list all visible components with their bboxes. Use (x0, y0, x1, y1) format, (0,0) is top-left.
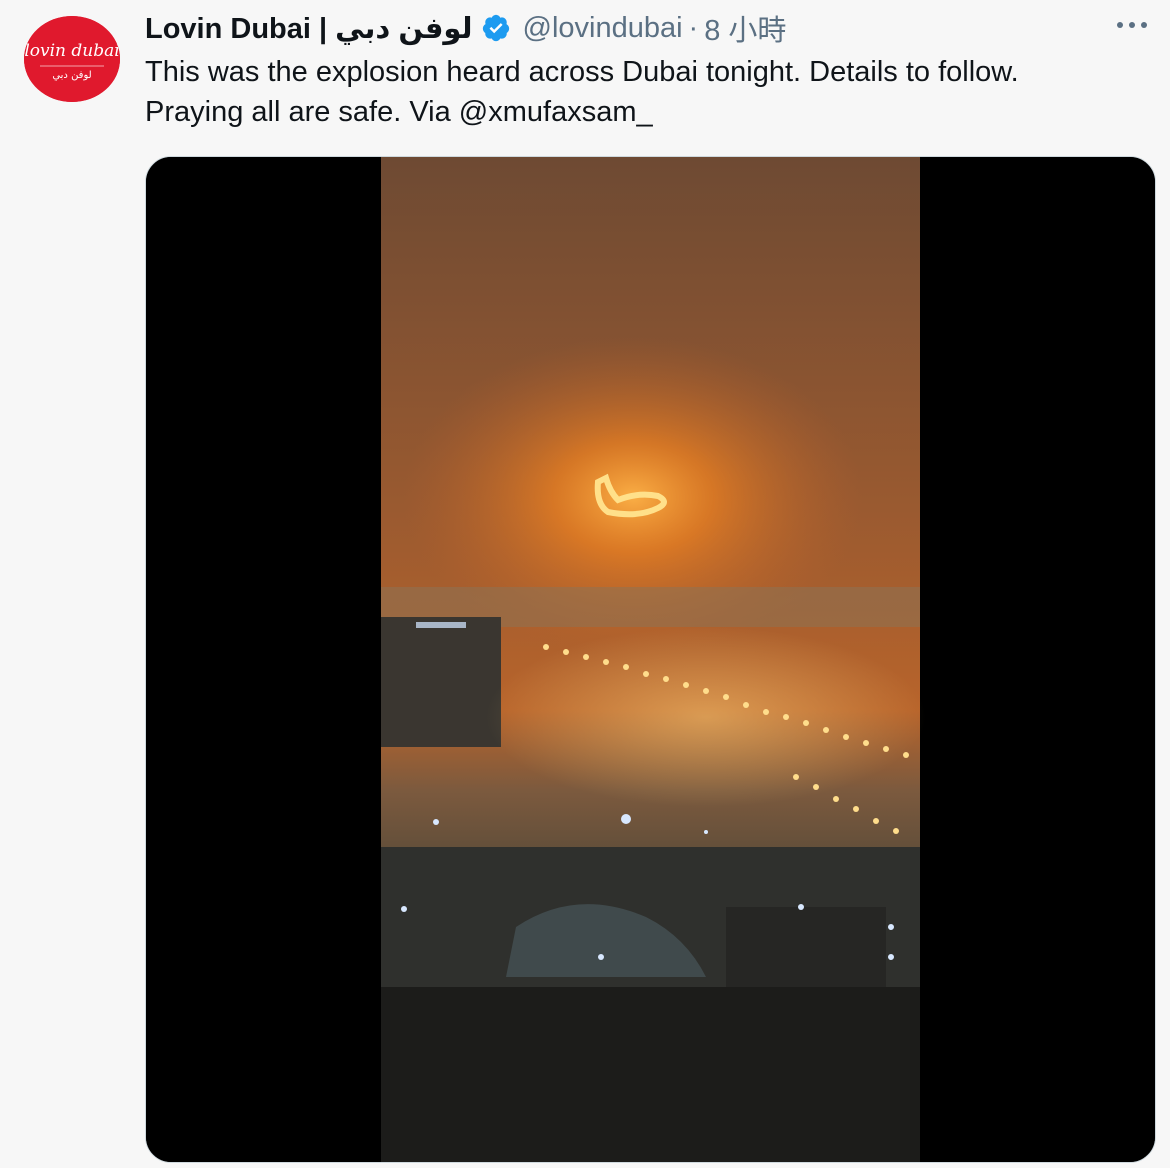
logo-subtext: لوفن دبي (52, 70, 91, 81)
tweet-card[interactable]: lovin dubai لوفن دبي Lovin Dubai | لوفن … (0, 0, 1170, 1168)
user-handle[interactable]: @lovindubai (523, 12, 683, 45)
tweet-text: This was the explosion heard across Duba… (145, 52, 1145, 132)
separator-dot: · (688, 11, 699, 44)
more-options-icon[interactable] (1112, 10, 1152, 40)
tweet-header: Lovin Dubai | لوفن دبي @lovindubai · 8 小… (145, 8, 786, 48)
tweet-text-line-1: This was the explosion heard across Duba… (145, 56, 1019, 88)
verified-badge-icon (481, 13, 511, 43)
display-name[interactable]: Lovin Dubai | لوفن دبي (145, 11, 473, 46)
avatar[interactable]: lovin dubai لوفن دبي (24, 16, 120, 102)
video-frame (146, 157, 1155, 1162)
logo-text: lovin dubai (24, 41, 119, 61)
lovin-dubai-logo: lovin dubai لوفن دبي (24, 16, 120, 102)
video-media[interactable] (145, 156, 1156, 1163)
timestamp[interactable]: 8 小時 (704, 7, 786, 49)
tweet-text-line-2: Praying all are safe. Via @xmufaxsam_ (145, 96, 653, 128)
